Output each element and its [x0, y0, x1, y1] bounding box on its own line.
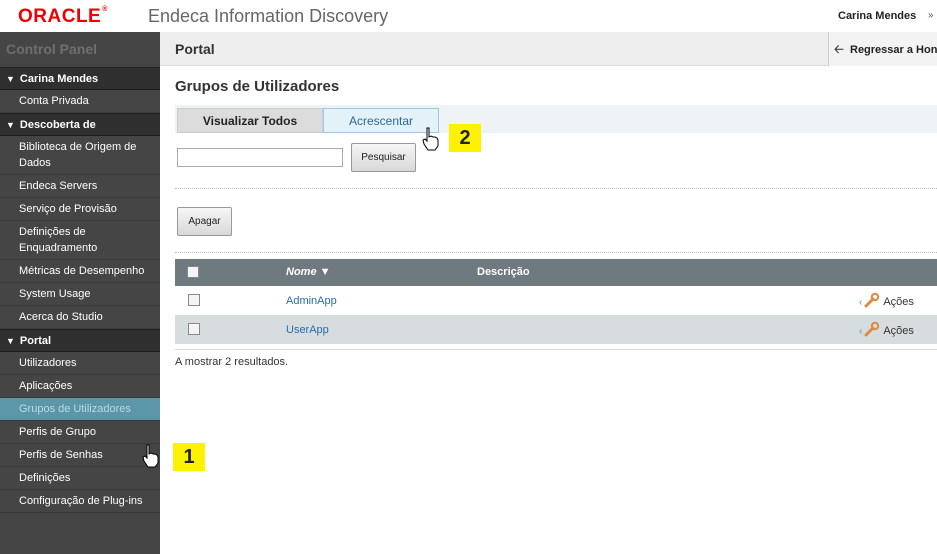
sidebar-item-perfis-grupo[interactable]: Perfis de Grupo — [0, 421, 160, 444]
tab-bar: Visualizar Todos Acrescentar — [175, 105, 937, 133]
triangle-down-icon: ▼ — [6, 336, 15, 346]
oracle-logo: ORACLE® — [18, 6, 108, 27]
delete-button[interactable]: Apagar — [177, 207, 232, 236]
actions-menu[interactable]: ‹ Ações — [859, 321, 914, 337]
sort-desc-icon: ▼ — [319, 266, 331, 278]
sidebar-section-portal[interactable]: ▼ Portal — [0, 329, 160, 352]
sidebar-item-aplicacoes[interactable]: Aplicações — [0, 375, 160, 398]
portal-title: Portal — [175, 41, 215, 57]
chevron-left-icon: ‹ — [859, 326, 863, 337]
sidebar-item-conta-privada[interactable]: Conta Privada — [0, 90, 160, 113]
column-header-name[interactable]: Nome ▼ — [286, 266, 330, 278]
wrench-icon — [864, 292, 880, 308]
top-header: ORACLE® Endeca Information Discovery Car… — [0, 0, 937, 32]
table-header: Nome ▼ Descrição — [175, 259, 937, 286]
user-menu[interactable]: Carina Mendes — [838, 10, 916, 22]
sidebar-item-system-usage[interactable]: System Usage — [0, 283, 160, 306]
arrow-left-icon: 🡠 — [834, 42, 844, 56]
screen: ORACLE® Endeca Information Discovery Car… — [0, 0, 937, 554]
triangle-down-icon: ▼ — [6, 120, 15, 130]
select-all-checkbox[interactable] — [187, 266, 199, 278]
sidebar-section-descoberta[interactable]: ▼ Descoberta de — [0, 113, 160, 136]
divider — [175, 349, 937, 350]
table-row: AdminApp ‹ Ações — [175, 286, 937, 315]
search-button[interactable]: Pesquisar — [351, 143, 416, 172]
hand-cursor-icon — [422, 127, 439, 151]
sidebar-item-endeca-servers[interactable]: Endeca Servers — [0, 175, 160, 198]
portal-bar: Portal 🡠 Regressar a Hon — [160, 32, 937, 66]
sidebar-item-metricas[interactable]: Métricas de Desempenho — [0, 260, 160, 283]
hand-cursor-icon — [142, 444, 159, 468]
control-panel-title: Control Panel — [0, 32, 160, 67]
tab-visualizar-todos[interactable]: Visualizar Todos — [177, 108, 323, 133]
table-row: UserApp ‹ Ações — [175, 315, 937, 344]
control-panel-sidebar: Control Panel ▼ Carina Mendes Conta Priva… — [0, 32, 160, 554]
group-name-link[interactable]: UserApp — [286, 324, 329, 336]
wrench-icon — [864, 321, 880, 337]
sidebar-item-definicoes-enquadramento[interactable]: Definições de Enquadramento — [0, 221, 160, 260]
actions-menu[interactable]: ‹ Ações — [859, 292, 914, 308]
page-title: Grupos de Utilizadores — [175, 78, 340, 95]
row-checkbox[interactable] — [188, 323, 200, 335]
sidebar-item-definicoes[interactable]: Definições — [0, 467, 160, 490]
sidebar-item-servico-provisao[interactable]: Serviço de Provisão — [0, 198, 160, 221]
user-menu-caret-icon[interactable]: » — [928, 10, 934, 21]
sidebar-item-grupos-utilizadores[interactable]: Grupos de Utilizadores — [0, 398, 160, 421]
sidebar-item-utilizadores[interactable]: Utilizadores — [0, 352, 160, 375]
step-badge-1: 1 — [173, 443, 205, 471]
divider — [175, 188, 937, 189]
chevron-left-icon: ‹ — [859, 297, 863, 308]
sidebar-item-perfis-senhas[interactable]: Perfis de Senhas — [0, 444, 160, 467]
sidebar-item-configuracao-plugins[interactable]: Configuração de Plug-ins — [0, 490, 160, 513]
back-to-home-link[interactable]: 🡠 Regressar a Hon — [828, 32, 937, 66]
row-checkbox[interactable] — [188, 294, 200, 306]
group-name-link[interactable]: AdminApp — [286, 295, 337, 307]
step-badge-2: 2 — [449, 124, 481, 152]
sidebar-section-carina-mendes[interactable]: ▼ Carina Mendes — [0, 67, 160, 90]
search-input[interactable] — [177, 148, 343, 167]
sidebar-item-biblioteca[interactable]: Biblioteca de Origem de Dados — [0, 136, 160, 175]
app-title: Endeca Information Discovery — [148, 6, 389, 26]
results-count: A mostrar 2 resultados. — [175, 356, 289, 368]
divider — [175, 252, 937, 253]
column-header-description: Descrição — [477, 266, 530, 278]
triangle-down-icon: ▼ — [6, 74, 15, 84]
sidebar-item-acerca-studio[interactable]: Acerca do Studio — [0, 306, 160, 329]
